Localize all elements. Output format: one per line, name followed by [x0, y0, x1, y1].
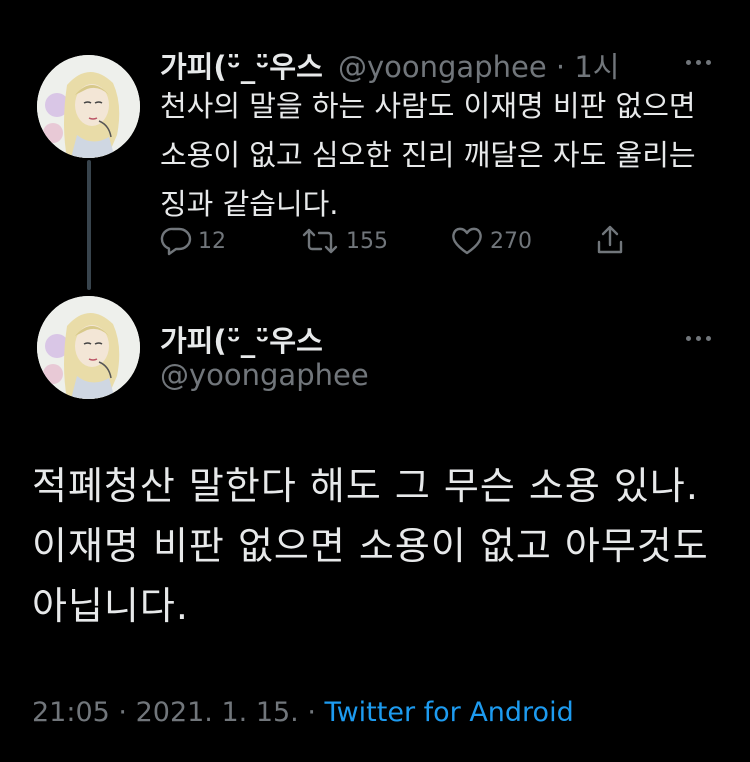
handle[interactable]: @yoongaphee — [160, 358, 369, 392]
like-icon — [452, 227, 482, 255]
thread-line — [87, 160, 91, 290]
tweet-date[interactable]: 2021. 1. 15. — [136, 697, 299, 728]
tweet-source-link[interactable]: Twitter for Android — [325, 697, 574, 728]
retweet-count: 155 — [346, 228, 388, 254]
share-button[interactable] — [595, 224, 625, 256]
tweet-meta: 21:05 · 2021. 1. 15. · Twitter for Andro… — [32, 697, 574, 728]
handle-time-row[interactable]: @yoongaphee · 1시 — [338, 44, 619, 86]
display-name[interactable]: 가피(ᵕ̈_ᵕ̈우스 — [160, 318, 323, 360]
reply-count: 12 — [198, 228, 226, 254]
more-icon[interactable] — [686, 328, 711, 348]
tweet-actions: 12 155 270 — [160, 222, 640, 258]
more-icon[interactable] — [686, 52, 711, 72]
share-icon — [597, 225, 623, 254]
tweet-text: 적폐청산 말한다 해도 그 무슨 소용 있나. 이재명 비판 없으면 소용이 없… — [32, 464, 709, 628]
tweet-time[interactable]: 1시 — [574, 50, 619, 84]
avatar[interactable] — [37, 55, 140, 158]
display-name[interactable]: 가피(ᵕ̈_ᵕ̈우스 — [160, 44, 323, 86]
reply-button[interactable]: 12 — [160, 226, 226, 256]
retweet-button[interactable]: 155 — [300, 226, 388, 256]
like-button[interactable]: 270 — [450, 226, 532, 256]
reply-icon — [160, 227, 192, 256]
separator: · — [555, 50, 566, 84]
handle[interactable]: @yoongaphee — [338, 50, 547, 84]
like-count: 270 — [490, 228, 532, 254]
retweet-icon — [302, 228, 338, 254]
avatar[interactable] — [37, 296, 140, 399]
tweet-text: 천사의 말을 하는 사람도 이재명 비판 없으면 소용이 없고 심오한 진리 깨… — [160, 89, 696, 221]
tweet-time[interactable]: 21:05 — [32, 697, 110, 728]
separator: · — [307, 697, 316, 728]
separator: · — [118, 697, 127, 728]
